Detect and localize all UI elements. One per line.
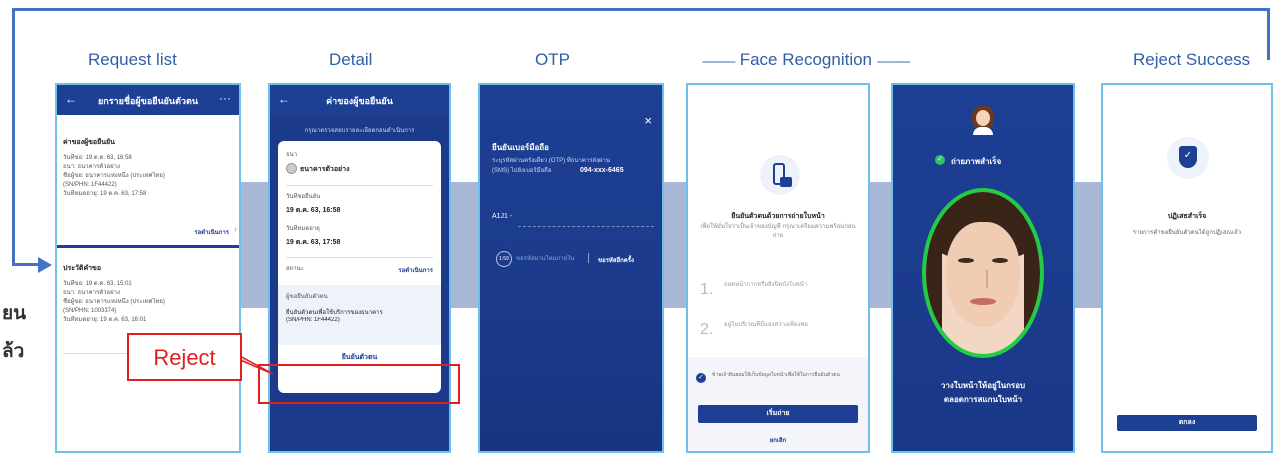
request-item-line: (SN/PHN: 1F44422) bbox=[63, 182, 117, 188]
face-title-prefix: ----------- bbox=[702, 54, 736, 68]
face-step-2-number: 2. bbox=[700, 321, 714, 338]
start-face-button[interactable]: เริ่มถ่าย bbox=[698, 405, 858, 423]
request-item-line: ชื่อผู้ขอ: ธนาคารแห่งหนึ่ง (ประเทศไทย) bbox=[63, 173, 165, 179]
face-step-1-text: ถอดหน้ากากหรือสิ่งปิดบังใบหน้า bbox=[724, 282, 808, 288]
face-intro-graphic bbox=[760, 155, 800, 195]
otp-separator bbox=[588, 253, 589, 263]
step-title-reject-success: Reject Success bbox=[1133, 50, 1251, 69]
ok-button[interactable]: ตกลง bbox=[1117, 415, 1257, 431]
step-title-face: ----------- Face Recognition ----------- bbox=[702, 50, 911, 70]
purpose-line: (SN/PHN: 1F44422) bbox=[286, 317, 340, 323]
otp-resend-link[interactable]: ขอรหัสอีกครั้ง bbox=[598, 255, 634, 265]
flow-line-bottom bbox=[12, 263, 40, 266]
step-title-otp: OTP bbox=[535, 50, 570, 69]
face-badge-icon bbox=[780, 177, 792, 187]
reject-callout-box: Reject bbox=[127, 333, 242, 381]
reject-success-title: ปฏิเสธสำเร็จ bbox=[1167, 213, 1207, 220]
otp-input[interactable] bbox=[518, 225, 654, 227]
date1-label: วันที่ขอยืนยัน bbox=[286, 194, 321, 200]
request-item-title: ค่าของผู้ขอยืนยัน bbox=[63, 139, 115, 146]
flow-line-top bbox=[12, 8, 1270, 11]
face-frame bbox=[922, 188, 1044, 358]
flow-line-right bbox=[1267, 8, 1270, 60]
flow-line-left bbox=[12, 8, 15, 266]
otp-phone-number: 094-xxx-6465 bbox=[580, 167, 624, 174]
request-list-header-title: ยกรายชื่อผู้ขอยืนยันตัวตน bbox=[98, 96, 198, 106]
success-graphic: ✓ bbox=[1167, 137, 1209, 179]
purpose-line: ยืนยันตัวตนเพื่อใช้บริการของธนาคาร bbox=[286, 310, 383, 316]
list-divider bbox=[57, 245, 239, 248]
card-divider bbox=[286, 257, 433, 258]
reject-highlight-box bbox=[258, 364, 460, 404]
capture-status: ถ่ายภาพสำเร็จ bbox=[951, 157, 1002, 166]
request-list-header: ← ยกรายชื่อผู้ขอยืนยันตัวตน ··· bbox=[57, 85, 239, 115]
bank-logo-icon bbox=[286, 163, 297, 174]
cut-text-line1: ยน bbox=[2, 303, 27, 324]
screen-otp: × ยืนยันเบอร์มือถือ ระบุรหัสผ่านครั้งเดี… bbox=[478, 83, 664, 453]
request-item-line: ธนา: ธนาคารตัวอย่าง bbox=[63, 290, 120, 296]
purpose-label: ผู้ขอยืนยันตัวตน bbox=[286, 294, 328, 300]
more-icon[interactable]: ··· bbox=[219, 91, 231, 105]
detail-header: ← ค่าของผู้ขอยืนยัน bbox=[270, 85, 449, 115]
request-item-line: (SN/PHN: 1003374) bbox=[63, 308, 117, 314]
cancel-link[interactable]: ยกเลิก bbox=[688, 435, 868, 445]
request-item-title: ประวัติคำขอ bbox=[63, 265, 102, 272]
request-item-line: วันที่หมดอายุ: 19 ต.ค. 63, 16:01 bbox=[63, 317, 147, 323]
step-title-detail: Detail bbox=[329, 50, 373, 69]
request-item-line: วันที่ขอ: 19 ต.ค. 63, 16:58 bbox=[63, 155, 132, 161]
capture-instruction-line1: วางใบหน้าให้อยู่ในกรอบ bbox=[940, 381, 1026, 390]
face-intro-desc: เพื่อให้มั่นใจว่าเป็นเจ้าของบัญชี กรุณาเ… bbox=[700, 224, 856, 239]
bank-label: ธนา bbox=[286, 152, 298, 158]
request-item-line: ธนา: ธนาคารตัวอย่าง bbox=[63, 164, 120, 170]
otp-desc-line2: (SMS) ไปยังเบอร์มือถือ bbox=[492, 168, 552, 174]
face-photo bbox=[926, 192, 1040, 354]
close-icon[interactable]: × bbox=[644, 113, 652, 128]
otp-label: A1J1 - bbox=[492, 213, 513, 220]
screen-request-list: ← ยกรายชื่อผู้ขอยืนยันตัวตน ··· ค่าของผู… bbox=[55, 83, 241, 453]
shield-check-icon: ✓ bbox=[1179, 146, 1197, 168]
otp-desc-line1: ระบุรหัสผ่านครั้งเดียว (OTP) ที่ธนาคารส่… bbox=[492, 158, 611, 164]
status-value: รอดำเนินการ bbox=[398, 268, 433, 274]
card-divider bbox=[286, 185, 433, 186]
cut-text-line2: ล้ว bbox=[2, 341, 25, 362]
avatar-icon bbox=[970, 105, 996, 135]
otp-resend-hint: ขอรหัสผ่านใหม่ภายใน bbox=[516, 256, 575, 262]
flow-arrow-icon bbox=[38, 257, 52, 273]
face-title-suffix: ----------- bbox=[876, 54, 911, 68]
request-item-line: ชื่อผู้ขอ: ธนาคารแห่งหนึ่ง (ประเทศไทย) bbox=[63, 299, 165, 305]
bank-name: ธนาคารตัวอย่าง bbox=[300, 166, 350, 173]
capture-instruction-line2: ตลอดการสแกนใบหน้า bbox=[943, 395, 1023, 404]
detail-subtitle: กรุณาตรวจสอบรายละเอียดก่อนดำเนินการ bbox=[304, 128, 415, 134]
face-step-2-text: อยู่ในบริเวณที่มีแสงสว่างเพียงพอ bbox=[724, 322, 808, 328]
date2-label: วันที่หมดอายุ bbox=[286, 226, 320, 232]
success-check-icon: ✓ bbox=[935, 155, 945, 165]
otp-timer-circle: 1:59 bbox=[496, 251, 512, 267]
reject-callout-label: Reject bbox=[153, 345, 216, 370]
detail-header-title: ค่าของผู้ขอยืนยัน bbox=[326, 96, 393, 106]
consent-text: ข้าพเจ้ายินยอมให้เก็บข้อมูลใบหน้าเพื่อใช… bbox=[712, 372, 840, 378]
screen-face-intro: ยืนยันตัวตนด้วยการถ่ายใบหน้า เพื่อให้มั่… bbox=[686, 83, 870, 453]
screen-reject-success: ✓ ปฏิเสธสำเร็จ รายการคำขอยืนยันตัวตนได้ถ… bbox=[1101, 83, 1273, 453]
otp-timer: 1:59 bbox=[499, 256, 509, 262]
step-title-request-list: Request list bbox=[88, 50, 177, 69]
screen-face-capture: ✓ ถ่ายภาพสำเร็จ วางใบหน้าให้อยู่ในกรอบ ต… bbox=[891, 83, 1075, 453]
otp-title: ยืนยันเบอร์มือถือ bbox=[492, 143, 549, 152]
status-label: สถานะ bbox=[286, 266, 304, 272]
request-item-line: วันที่หมดอายุ: 19 ต.ค. 63, 17:58 bbox=[63, 191, 147, 197]
face-intro-title: ยืนยันตัวตนด้วยการถ่ายใบหน้า bbox=[731, 213, 825, 220]
consent-checkbox[interactable]: ✓ bbox=[696, 373, 706, 383]
reject-success-desc: รายการคำขอยืนยันตัวตนได้ถูกปฏิเสธแล้ว bbox=[1132, 230, 1242, 236]
purpose-box: ผู้ขอยืนยันตัวตน ยืนยันตัวตนเพื่อใช้บริก… bbox=[278, 285, 441, 345]
date1-value: 19 ต.ค. 63, 16:58 bbox=[286, 207, 341, 214]
chevron-right-icon: › bbox=[234, 224, 237, 234]
face-title-text: Face Recognition bbox=[739, 50, 873, 69]
request-item-line: วันที่ขอ: 19 ต.ค. 63, 15:01 bbox=[63, 281, 132, 287]
request-item-status-link[interactable]: รอดำเนินการ bbox=[194, 227, 229, 237]
date2-value: 19 ต.ค. 63, 17:58 bbox=[286, 239, 341, 246]
face-step-1-number: 1. bbox=[700, 281, 714, 298]
request-item-pending[interactable]: ค่าของผู้ขอยืนยัน วันที่ขอ: 19 ต.ค. 63, … bbox=[63, 137, 237, 243]
